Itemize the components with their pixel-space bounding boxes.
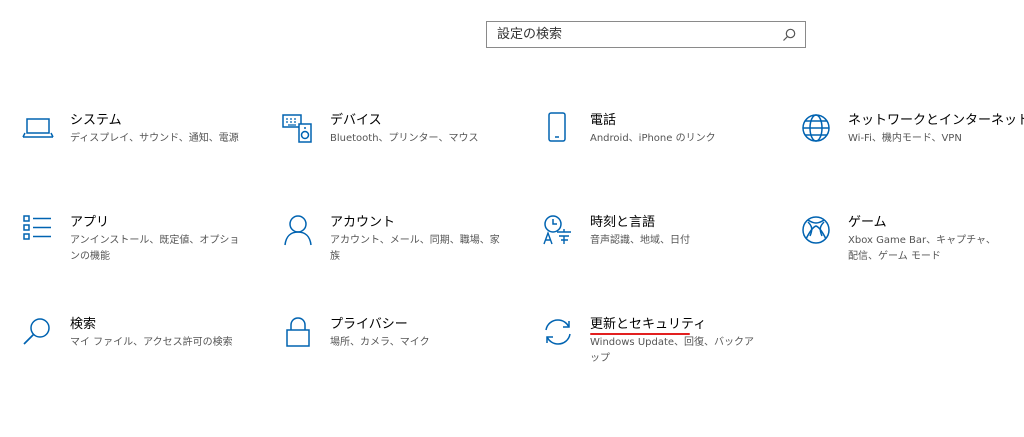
tile-update-security[interactable]: 更新とセキュリティ Windows Update、回復、バックアップ (542, 316, 782, 386)
settings-search-box[interactable] (486, 21, 806, 48)
phone-icon (542, 112, 574, 144)
tile-privacy[interactable]: プライバシー 場所、カメラ、マイク (282, 316, 522, 386)
tile-description: マイ ファイル、アクセス許可の検索 (70, 337, 233, 348)
tile-description: Bluetooth、プリンター、マウス (330, 133, 479, 144)
tile-title: 更新とセキュリティ (590, 317, 707, 332)
red-underline-annotation (590, 333, 690, 335)
tile-title: ゲーム (848, 215, 887, 230)
tile-accounts[interactable]: アカウント アカウント、メール、同期、職場、家族 (282, 214, 522, 284)
time-language-icon (542, 214, 574, 246)
person-icon (282, 214, 314, 246)
globe-icon (800, 112, 832, 144)
tile-description: ディスプレイ、サウンド、通知、電源 (70, 133, 239, 144)
tile-search[interactable]: 検索 マイ ファイル、アクセス許可の検索 (22, 316, 262, 386)
tile-title: プライバシー (330, 317, 408, 332)
search-icon[interactable] (781, 27, 797, 43)
search-input[interactable] (487, 22, 805, 47)
tile-description: Wi-Fi、機内モード、VPN (848, 133, 962, 144)
tile-description: 音声認識、地域、日付 (590, 235, 690, 246)
tile-title: 時刻と言語 (590, 215, 656, 230)
tile-title: ネットワークとインターネット (848, 113, 1024, 128)
tile-title: アカウント (330, 215, 396, 230)
apps-list-icon (22, 214, 54, 246)
tile-description: Xbox Game Bar、キャプチャ、配信、ゲーム モード (848, 235, 996, 262)
tile-devices[interactable]: デバイス Bluetooth、プリンター、マウス (282, 112, 522, 182)
tile-title: 電話 (590, 113, 617, 128)
update-icon (542, 316, 574, 348)
tile-description: Android、iPhone のリンク (590, 133, 716, 144)
keyboard-speaker-icon (282, 112, 314, 144)
settings-home: システム ディスプレイ、サウンド、通知、電源 デバイス Bluetooth、プリ… (0, 0, 1024, 437)
tile-network-internet[interactable]: ネットワークとインターネット Wi-Fi、機内モード、VPN (800, 112, 1024, 182)
tile-description: 場所、カメラ、マイク (330, 337, 430, 348)
tile-title: 検索 (70, 317, 97, 332)
tile-description: Windows Update、回復、バックアップ (590, 337, 755, 364)
tile-system[interactable]: システム ディスプレイ、サウンド、通知、電源 (22, 112, 262, 182)
tile-apps[interactable]: アプリ アンインストール、既定値、オプションの機能 (22, 214, 262, 284)
laptop-icon (22, 112, 54, 144)
xbox-icon (800, 214, 832, 246)
tile-time-language[interactable]: 時刻と言語 音声認識、地域、日付 (542, 214, 782, 284)
tile-title: デバイス (330, 113, 382, 128)
lock-icon (282, 316, 314, 348)
tile-title: システム (70, 113, 122, 128)
tile-description: アカウント、メール、同期、職場、家族 (330, 235, 500, 262)
tile-gaming[interactable]: ゲーム Xbox Game Bar、キャプチャ、配信、ゲーム モード (800, 214, 1022, 284)
tile-title: アプリ (70, 215, 110, 230)
tile-phone[interactable]: 電話 Android、iPhone のリンク (542, 112, 782, 182)
search-icon (22, 316, 54, 348)
tile-description: アンインストール、既定値、オプションの機能 (70, 235, 240, 262)
